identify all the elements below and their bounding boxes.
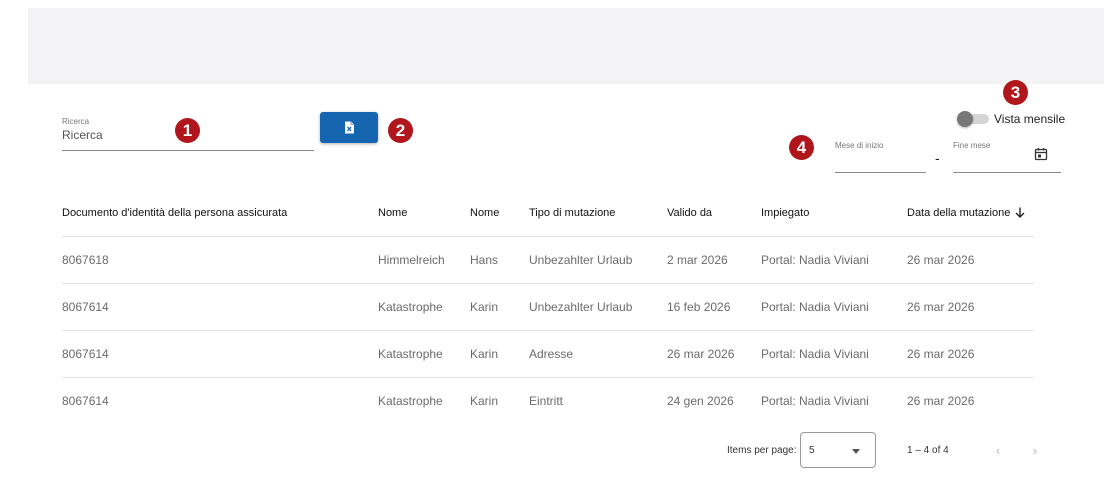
cell-employee: Portal: Nadia Viviani <box>761 393 869 408</box>
cell-valid-from: 2 mar 2026 <box>667 236 761 284</box>
cell-last-name: Himmelreich <box>378 236 470 284</box>
excel-icon <box>345 121 354 134</box>
cell-valid-from: 24 gen 2026 <box>667 393 734 408</box>
table-header-row: Documento d'identità della persona assic… <box>62 190 1034 237</box>
top-band <box>28 8 1104 84</box>
cell-last-name: Katastrophe <box>378 283 470 331</box>
monthly-view-toggle[interactable] <box>955 111 991 127</box>
toggle-thumb <box>957 111 973 127</box>
calendar-icon[interactable] <box>1034 147 1048 161</box>
cell-mutation-type: Unbezahlter Urlaub <box>529 283 667 331</box>
cell-mutation-date: 26 mar 2026 <box>907 236 1034 284</box>
cell-first-name: Hans <box>470 236 529 284</box>
start-month-label: Mese di inizio <box>835 141 884 150</box>
cell-first-name: Karin <box>470 393 499 408</box>
start-month-field[interactable]: Mese di inizio <box>835 141 926 173</box>
cell-first-name: Karin <box>470 330 529 378</box>
cell-mutation-type: Eintritt <box>529 393 564 408</box>
table-row[interactable]: 8067614 Katastrophe Karin Adresse 26 mar… <box>62 330 1034 378</box>
table-row[interactable]: 8067614 Katastrophe Karin Unbezahlter Ur… <box>62 283 1034 331</box>
cell-employee: Portal: Nadia Viviani <box>761 236 907 284</box>
cell-mutation-type: Unbezahlter Urlaub <box>529 236 667 284</box>
cell-mutation-date: 26 mar 2026 <box>907 283 1034 331</box>
page-size-select[interactable]: 5 <box>800 432 876 468</box>
col-header-first-name[interactable]: Nome <box>470 190 529 237</box>
col-header-mutation-type[interactable]: Tipo di mutazione <box>529 190 667 237</box>
items-per-page-label: Items per page: <box>727 445 797 456</box>
col-header-valid-from[interactable]: Valido da <box>667 190 761 237</box>
cell-mutation-date: 26 mar 2026 <box>907 330 1034 378</box>
cell-employee: Portal: Nadia Viviani <box>761 283 907 331</box>
page-range-label: 1 – 4 of 4 <box>907 445 949 456</box>
previous-page-button[interactable]: ‹ <box>990 442 1006 458</box>
annotation-marker-3: 3 <box>1003 80 1028 105</box>
annotation-marker-1: 1 <box>175 118 200 143</box>
col-header-document-id[interactable]: Documento d'identità della persona assic… <box>62 190 378 237</box>
col-header-mutation-date[interactable]: Data della mutazione <box>907 190 1034 237</box>
cell-document-id: 8067618 <box>62 236 378 284</box>
cell-valid-from: 16 feb 2026 <box>667 283 761 331</box>
annotation-marker-2: 2 <box>388 118 413 143</box>
mutations-table: Documento d'identità della persona assic… <box>62 190 1034 424</box>
cell-mutation-type: Adresse <box>529 330 667 378</box>
export-excel-button[interactable] <box>320 112 378 143</box>
date-range-separator: - <box>935 150 940 166</box>
cell-first-name: Karin <box>470 283 529 331</box>
table-row[interactable]: 8067614 Katastrophe Karin Eintritt 24 ge… <box>62 377 1034 424</box>
table-row[interactable]: 8067618 Himmelreich Hans Unbezahlter Url… <box>62 236 1034 284</box>
col-header-employee[interactable]: Impiegato <box>761 190 907 237</box>
cell-valid-from: 26 mar 2026 <box>667 330 761 378</box>
monthly-view-label: Vista mensile <box>994 112 1066 126</box>
cell-mutation-date: 26 mar 2026 <box>907 393 975 408</box>
page-size-value: 5 <box>809 445 815 456</box>
cell-document-id: 8067614 <box>62 283 378 331</box>
paginator: Items per page: 5 1 – 4 of 4 ‹ › <box>0 432 1104 468</box>
col-header-last-name[interactable]: Nome <box>378 190 470 237</box>
cell-document-id: 8067614 <box>62 330 378 378</box>
cell-document-id: 8067614 <box>62 393 109 408</box>
next-page-button[interactable]: › <box>1027 442 1043 458</box>
chevron-down-icon <box>852 449 860 454</box>
arrow-down-icon <box>1015 207 1025 219</box>
cell-last-name: Katastrophe <box>378 330 470 378</box>
cell-employee: Portal: Nadia Viviani <box>761 330 907 378</box>
annotation-marker-4: 4 <box>789 135 814 160</box>
cell-last-name: Katastrophe <box>378 393 443 408</box>
